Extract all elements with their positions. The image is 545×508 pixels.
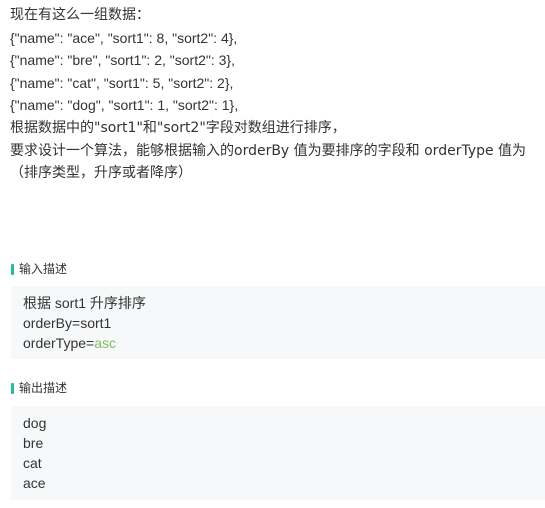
problem-intro: 现在有这么一组数据： — [10, 7, 150, 23]
input-line-ordertype: orderType=asc — [23, 333, 545, 353]
output-line-cat: cat — [23, 455, 42, 471]
output-section-header: 输出描述 — [11, 381, 67, 395]
input-example-box: 根据 sort1 升序排序 orderBy=sort1 orderType=as… — [11, 286, 545, 359]
section-marker-icon — [11, 382, 14, 394]
input-line-sort-desc: 根据 sort1 升序排序 — [23, 295, 146, 311]
output-line-ace: ace — [23, 475, 46, 491]
data-line-dog: {"name": "dog", "sort1": 1, "sort2": 1}, — [10, 97, 239, 114]
data-line-ace: {"name": "ace", "sort1": 8, "sort2": 4}, — [10, 29, 238, 46]
requirement-line-2: 要求设计一个算法，能够根据输入的orderBy 值为要排序的字段和 orderT… — [10, 142, 527, 159]
input-line-orderby: orderBy=sort1 — [23, 315, 112, 331]
problem-description: 现在有这么一组数据： {"name": "ace", "sort1": 8, "… — [10, 4, 540, 185]
output-line-bre: bre — [23, 435, 44, 451]
ordertype-prefix: orderType= — [23, 335, 95, 351]
input-section-title: 输入描述 — [19, 262, 68, 276]
output-line-dog: dog — [23, 415, 47, 431]
data-line-bre: {"name": "bre", "sort1": 2, "sort2": 3}, — [10, 52, 235, 69]
requirement-line-1: 根据数据中的"sort1"和"sort2"字段对数组进行排序， — [10, 119, 346, 136]
input-section-header: 输入描述 — [11, 262, 67, 276]
output-example-box: dog bre cat ace — [11, 406, 545, 500]
requirement-line-3: （排序类型，升序或者降序） — [10, 165, 192, 182]
data-line-cat: {"name": "cat", "sort1": 5, "sort2": 2}, — [10, 74, 234, 91]
section-marker-icon — [11, 263, 14, 275]
ordertype-value: asc — [94, 335, 117, 351]
output-section-title: 输出描述 — [19, 381, 68, 395]
